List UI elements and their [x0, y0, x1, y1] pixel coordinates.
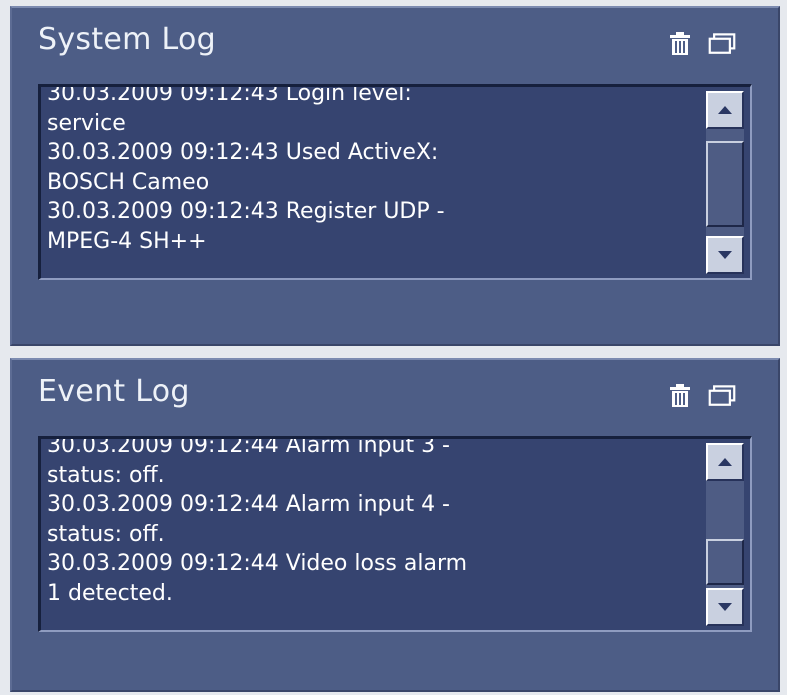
- event-log-title: Event Log: [38, 374, 190, 409]
- system-log-title: System Log: [38, 22, 216, 57]
- arrow-down-icon: [718, 251, 732, 259]
- scroll-thumb[interactable]: [706, 141, 744, 227]
- log-line: MPEG-4 SH++: [47, 228, 207, 254]
- log-line: BOSCH Cameo: [47, 169, 210, 195]
- scroll-up-button[interactable]: [706, 91, 744, 129]
- log-line: 30.03.2009 09:12:44 Alarm input 4 -: [47, 492, 450, 517]
- event-log-toolbar: [666, 382, 736, 410]
- arrow-up-icon: [718, 106, 732, 114]
- arrow-up-icon: [718, 458, 732, 466]
- system-log-text: 30.03.2009 09:12:43 Login level: service…: [47, 84, 687, 256]
- log-line: 1 detected.: [47, 580, 173, 606]
- log-line: 30.03.2009 09:12:43 Register UDP -: [47, 199, 445, 224]
- scroll-thumb[interactable]: [706, 539, 744, 585]
- event-log-scrollbar[interactable]: [706, 443, 744, 626]
- scroll-up-button[interactable]: [706, 443, 744, 481]
- trash-icon[interactable]: [666, 382, 694, 410]
- system-log-scrollbar[interactable]: [706, 91, 744, 274]
- trash-icon[interactable]: [666, 30, 694, 58]
- event-log-text: 30.03.2009 09:12:44 Alarm input 3 - stat…: [47, 436, 687, 608]
- scroll-down-button[interactable]: [706, 236, 744, 274]
- scroll-down-button[interactable]: [706, 588, 744, 626]
- arrow-down-icon: [718, 603, 732, 611]
- log-line: status: off.: [47, 462, 165, 488]
- event-log-panel: Event Log 30.03.2009 09:12:44 Alarm inpu…: [10, 358, 780, 692]
- log-line: 30.03.2009 09:12:43 Used ActiveX:: [47, 140, 439, 165]
- system-log-panel: System Log 30.03.2009 09:12:43 Login lev…: [10, 6, 780, 346]
- log-line: 30.03.2009 09:12:44 Alarm input 3 -: [47, 436, 450, 458]
- window-icon[interactable]: [708, 30, 736, 58]
- log-line: status: off.: [47, 521, 165, 547]
- log-line: 30.03.2009 09:12:43 Login level:: [47, 84, 412, 106]
- window-icon[interactable]: [708, 382, 736, 410]
- log-line: 30.03.2009 09:12:44 Video loss alarm: [47, 551, 468, 576]
- system-log-box[interactable]: 30.03.2009 09:12:43 Login level: service…: [38, 84, 752, 280]
- system-log-toolbar: [666, 30, 736, 58]
- log-line: service: [47, 110, 126, 136]
- event-log-box[interactable]: 30.03.2009 09:12:44 Alarm input 3 - stat…: [38, 436, 752, 632]
